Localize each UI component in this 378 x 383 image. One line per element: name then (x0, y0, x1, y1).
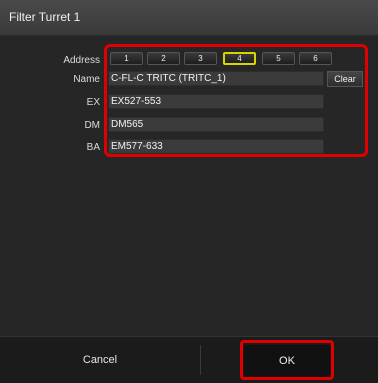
clear-button[interactable]: Clear (327, 71, 363, 87)
ex-field[interactable]: EX527-553 (108, 94, 324, 109)
address-button-5[interactable]: 5 (262, 52, 295, 65)
address-label: Address (63, 55, 100, 66)
address-button-3[interactable]: 3 (184, 52, 217, 65)
ba-label: BA (86, 142, 100, 153)
ex-label: EX (86, 97, 100, 108)
dm-field[interactable]: DM565 (108, 117, 324, 132)
dm-label: DM (84, 120, 100, 131)
name-label: Name (73, 74, 100, 85)
cancel-button[interactable]: Cancel (0, 337, 200, 383)
name-field[interactable]: C-FL-C TRITC (TRITC_1) (108, 71, 324, 86)
address-button-6[interactable]: 6 (299, 52, 332, 65)
dialog-footer: Cancel OK (0, 336, 378, 383)
title-bar: Filter Turret 1 (0, 0, 378, 36)
address-button-2[interactable]: 2 (147, 52, 180, 65)
address-button-4[interactable]: 4 (223, 52, 256, 65)
ba-field[interactable]: EM577-633 (108, 139, 324, 154)
footer-divider (200, 345, 201, 375)
window-title: Filter Turret 1 (9, 10, 81, 24)
ok-button[interactable]: OK (244, 345, 330, 377)
address-button-1[interactable]: 1 (110, 52, 143, 65)
